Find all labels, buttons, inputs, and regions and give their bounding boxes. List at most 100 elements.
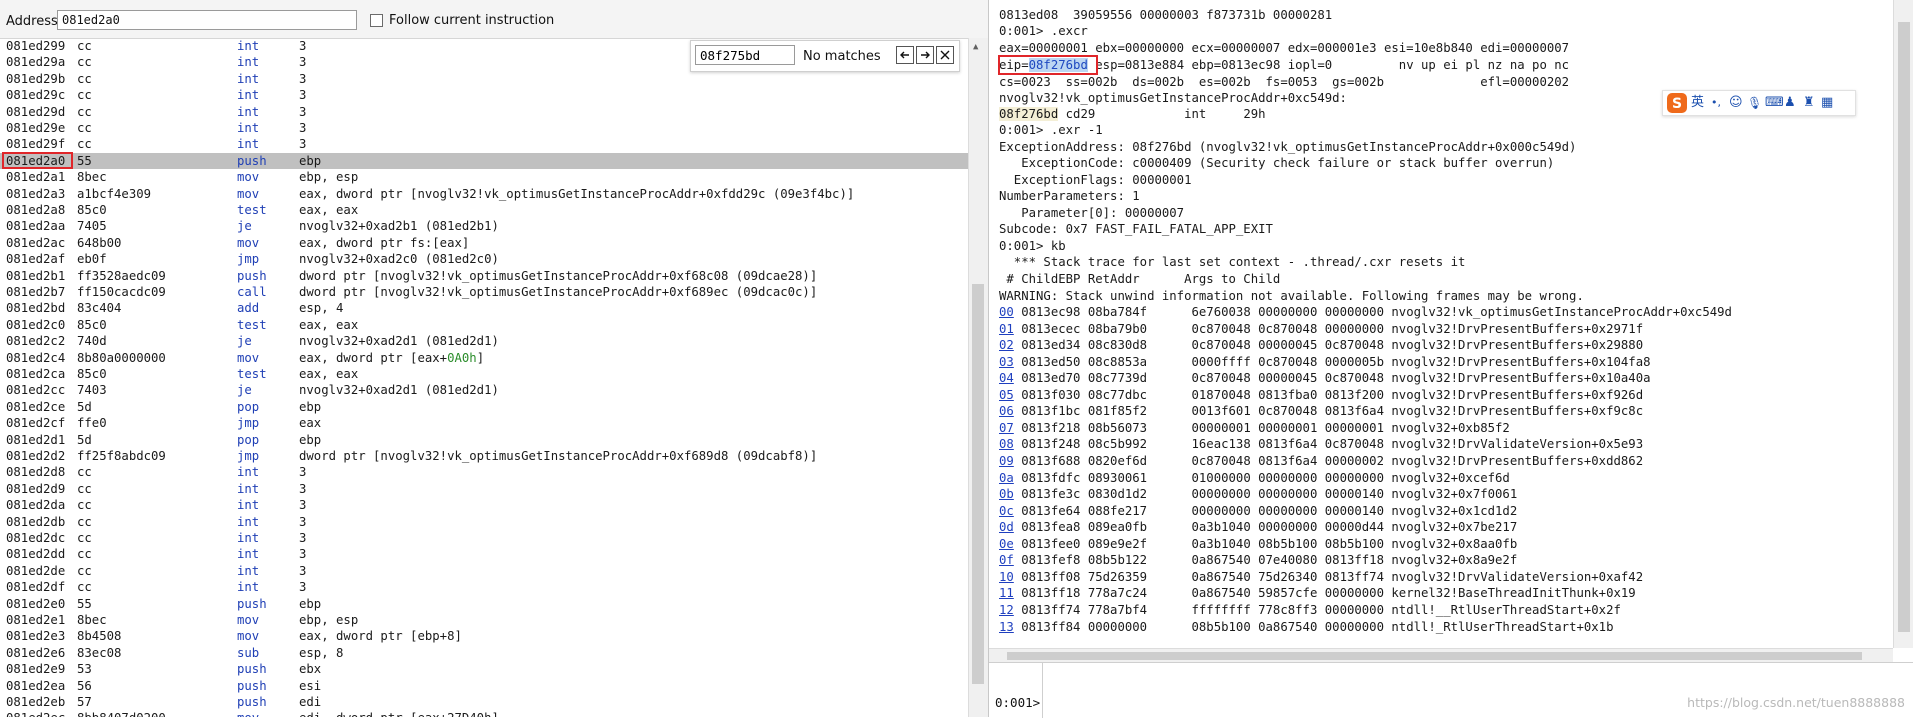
disasm-row[interactable]: 081ed29f cc int 3	[0, 136, 968, 152]
frame-number-link[interactable]: 0f	[999, 553, 1014, 567]
disasm-row[interactable]: 081ed2ac 648b00 mov eax, dword ptr fs:[eax]	[0, 235, 968, 251]
disasm-row[interactable]: 081ed29b cc int 3	[0, 71, 968, 87]
disasm-row[interactable]: 081ed2d8 cc int 3	[0, 464, 968, 480]
microphone-icon[interactable]: 🎙	[1747, 94, 1762, 112]
disasm-operands: eax, dword ptr [nvoglv32!vk_optimusGetIn…	[299, 186, 855, 201]
find-next-button[interactable]	[916, 46, 934, 64]
frame-number-link[interactable]: 05	[999, 388, 1014, 402]
ime-language-toggle[interactable]: 英	[1691, 94, 1704, 112]
skin-icon[interactable]: ♜	[1803, 94, 1815, 112]
disasm-row[interactable]: 081ed29c cc int 3	[0, 87, 968, 103]
user-icon[interactable]: ♟	[1784, 94, 1796, 112]
frame-number-link[interactable]: 08	[999, 437, 1014, 451]
frame-number-link[interactable]: 0d	[999, 520, 1014, 534]
toolbox-icon[interactable]: ▦	[1821, 94, 1833, 112]
sogou-logo-icon[interactable]: S	[1667, 93, 1687, 119]
frame-number-link[interactable]: 07	[999, 421, 1014, 435]
command-output-hscrollbar[interactable]	[989, 648, 1893, 663]
frame-number-link[interactable]: 01	[999, 322, 1014, 336]
frame-number-link[interactable]: 09	[999, 454, 1014, 468]
disasm-row[interactable]: 081ed2c4 8b80a0000000 mov eax, dword ptr [e…	[0, 350, 968, 366]
disasm-row[interactable]: 081ed2a0 55 push ebp	[0, 152, 968, 169]
frame-number-link[interactable]: 0a	[999, 471, 1014, 485]
disasm-row[interactable]: 081ed2b7 ff150cacdc09 call dword ptr [nvogl…	[0, 284, 968, 300]
frame-number-link[interactable]: 00	[999, 305, 1014, 319]
disasm-row[interactable]: 081ed2e9 53 push ebx	[0, 661, 968, 677]
disasm-row[interactable]: 081ed2ce 5d pop ebp	[0, 399, 968, 415]
command-output-hscroll-thumb[interactable]	[1007, 652, 1862, 660]
disasm-row[interactable]: 081ed2da cc int 3	[0, 497, 968, 513]
svg-text:S: S	[1672, 96, 1682, 112]
disasm-row[interactable]: 081ed2df cc int 3	[0, 579, 968, 595]
frame-number-link[interactable]: 13	[999, 620, 1014, 634]
disassembly-window: Address: Follow current instruction 081e…	[0, 0, 989, 717]
disassembly-scrollbar[interactable]: ▲	[968, 38, 988, 717]
disasm-row[interactable]: 081ed2b1 ff3528aedc09 push dword ptr [nvogl…	[0, 268, 968, 284]
disasm-row[interactable]: 081ed2a3 a1bcf4e309 mov eax, dword ptr [nvo…	[0, 186, 968, 202]
disasm-row[interactable]: 081ed29e cc int 3	[0, 120, 968, 136]
frame-details: 0813ec98 08ba784f 6e760038 00000000 0000…	[1021, 305, 1732, 320]
disasm-row[interactable]: 081ed2db cc int 3	[0, 514, 968, 530]
follow-instruction-label[interactable]: Follow current instruction	[389, 13, 554, 28]
disasm-address: 081ed2ea	[6, 678, 66, 693]
disasm-operands: ebx	[299, 662, 322, 677]
disasm-row[interactable]: 081ed2de cc int 3	[0, 563, 968, 579]
frame-number-link[interactable]: 0c	[999, 504, 1014, 518]
disassembly-listing[interactable]: 081ed299 cc int 3 081ed29a cc int 3 081ed29b cc in…	[0, 38, 968, 717]
find-input[interactable]	[695, 45, 795, 65]
disasm-row[interactable]: 081ed2e6 83ec08 sub esp, 8	[0, 645, 968, 661]
disasm-row[interactable]: 081ed2cc 7403 je nvoglv32+0xad2d1 (081ed2d1…	[0, 382, 968, 398]
frame-number-link[interactable]: 0b	[999, 487, 1014, 501]
punctuation-icon[interactable]: •,	[1711, 94, 1721, 112]
frame-number-link[interactable]: 0e	[999, 537, 1014, 551]
disasm-mnemonic: push	[237, 662, 267, 677]
frame-number-link[interactable]: 11	[999, 586, 1014, 600]
disasm-address: 081ed2eb	[6, 695, 66, 709]
frame-number-link[interactable]: 03	[999, 355, 1014, 369]
disasm-row[interactable]: 081ed29d cc int 3	[0, 104, 968, 120]
disasm-row[interactable]: 081ed2aa 7405 je nvoglv32+0xad2b1 (081ed2b1…	[0, 218, 968, 234]
disasm-mnemonic: sub	[237, 645, 260, 660]
command-output-scrollbar[interactable]	[1893, 0, 1913, 648]
disassembly-scroll-thumb[interactable]	[972, 284, 984, 684]
disasm-row[interactable]: 081ed2dc cc int 3	[0, 530, 968, 546]
follow-instruction-checkbox[interactable]	[370, 14, 383, 27]
disasm-row[interactable]: 081ed2e1 8bec mov ebp, esp	[0, 612, 968, 628]
address-input[interactable]	[57, 10, 357, 30]
disasm-row[interactable]: 081ed2a8 85c0 test eax, eax	[0, 202, 968, 218]
disasm-row[interactable]: 081ed2bd 83c404 add esp, 4	[0, 300, 968, 316]
frame-number-link[interactable]: 02	[999, 338, 1014, 352]
disasm-row[interactable]: 081ed2cf ffe0 jmp eax	[0, 415, 968, 431]
disasm-row[interactable]: 081ed2a1 8bec mov ebp, esp	[0, 169, 968, 185]
output-line: Parameter[0]: 00000007	[999, 205, 1185, 220]
frame-number-link[interactable]: 12	[999, 603, 1014, 617]
disasm-operands: eax, eax	[299, 317, 359, 332]
disasm-row[interactable]: 081ed2e0 55 push ebp	[0, 596, 968, 612]
disasm-row[interactable]: 081ed2d2 ff25f8abdc09 jmp dword ptr [nvoglv…	[0, 448, 968, 464]
frame-details: 0813f030 08c77dbc 01870048 0813fba0 0813…	[1021, 387, 1644, 402]
disasm-row[interactable]: 081ed2e3 8b4508 mov eax, dword ptr [ebp+8]	[0, 628, 968, 644]
disasm-row[interactable]: 081ed2c2 740d je nvoglv32+0xad2d1 (081ed2d1…	[0, 333, 968, 349]
frame-details: 0813fee0 089e9e2f 0a3b1040 08b5b100 08b5…	[1021, 536, 1518, 551]
find-close-button[interactable]	[936, 46, 954, 64]
disasm-row[interactable]: 081ed2eb 57 push edi	[0, 694, 968, 710]
frame-number-link[interactable]: 10	[999, 570, 1014, 584]
disasm-operands: eax, dword ptr [eax+0A0h]	[299, 350, 485, 365]
disasm-address: 081ed29b	[6, 71, 66, 86]
command-output-scroll-thumb[interactable]	[1898, 22, 1910, 632]
disasm-row[interactable]: 081ed2af eb0f jmp nvoglv32+0xad2c0 (081ed2c…	[0, 251, 968, 267]
disasm-row[interactable]: 081ed2ec 8bb8407d0200 mov edi, dword ptr [e…	[0, 710, 968, 717]
frame-number-link[interactable]: 04	[999, 371, 1014, 385]
disasm-row[interactable]: 081ed2dd cc int 3	[0, 546, 968, 562]
find-previous-button[interactable]	[896, 46, 914, 64]
disasm-row[interactable]: 081ed2d9 cc int 3	[0, 481, 968, 497]
disasm-row[interactable]: 081ed2ea 56 push esi	[0, 678, 968, 694]
disasm-row[interactable]: 081ed2ca 85c0 test eax, eax	[0, 366, 968, 382]
disasm-row[interactable]: 081ed2c0 85c0 test eax, eax	[0, 317, 968, 333]
frame-number-link[interactable]: 06	[999, 404, 1014, 418]
keyboard-icon[interactable]: ⌨	[1765, 94, 1784, 112]
disasm-row[interactable]: 081ed2d1 5d pop ebp	[0, 432, 968, 448]
frame-details: 0813f218 08b56073 00000001 00000001 0000…	[1021, 420, 1510, 435]
emoji-icon[interactable]: ☺	[1729, 94, 1743, 112]
scroll-up-icon[interactable]: ▲	[973, 42, 978, 52]
